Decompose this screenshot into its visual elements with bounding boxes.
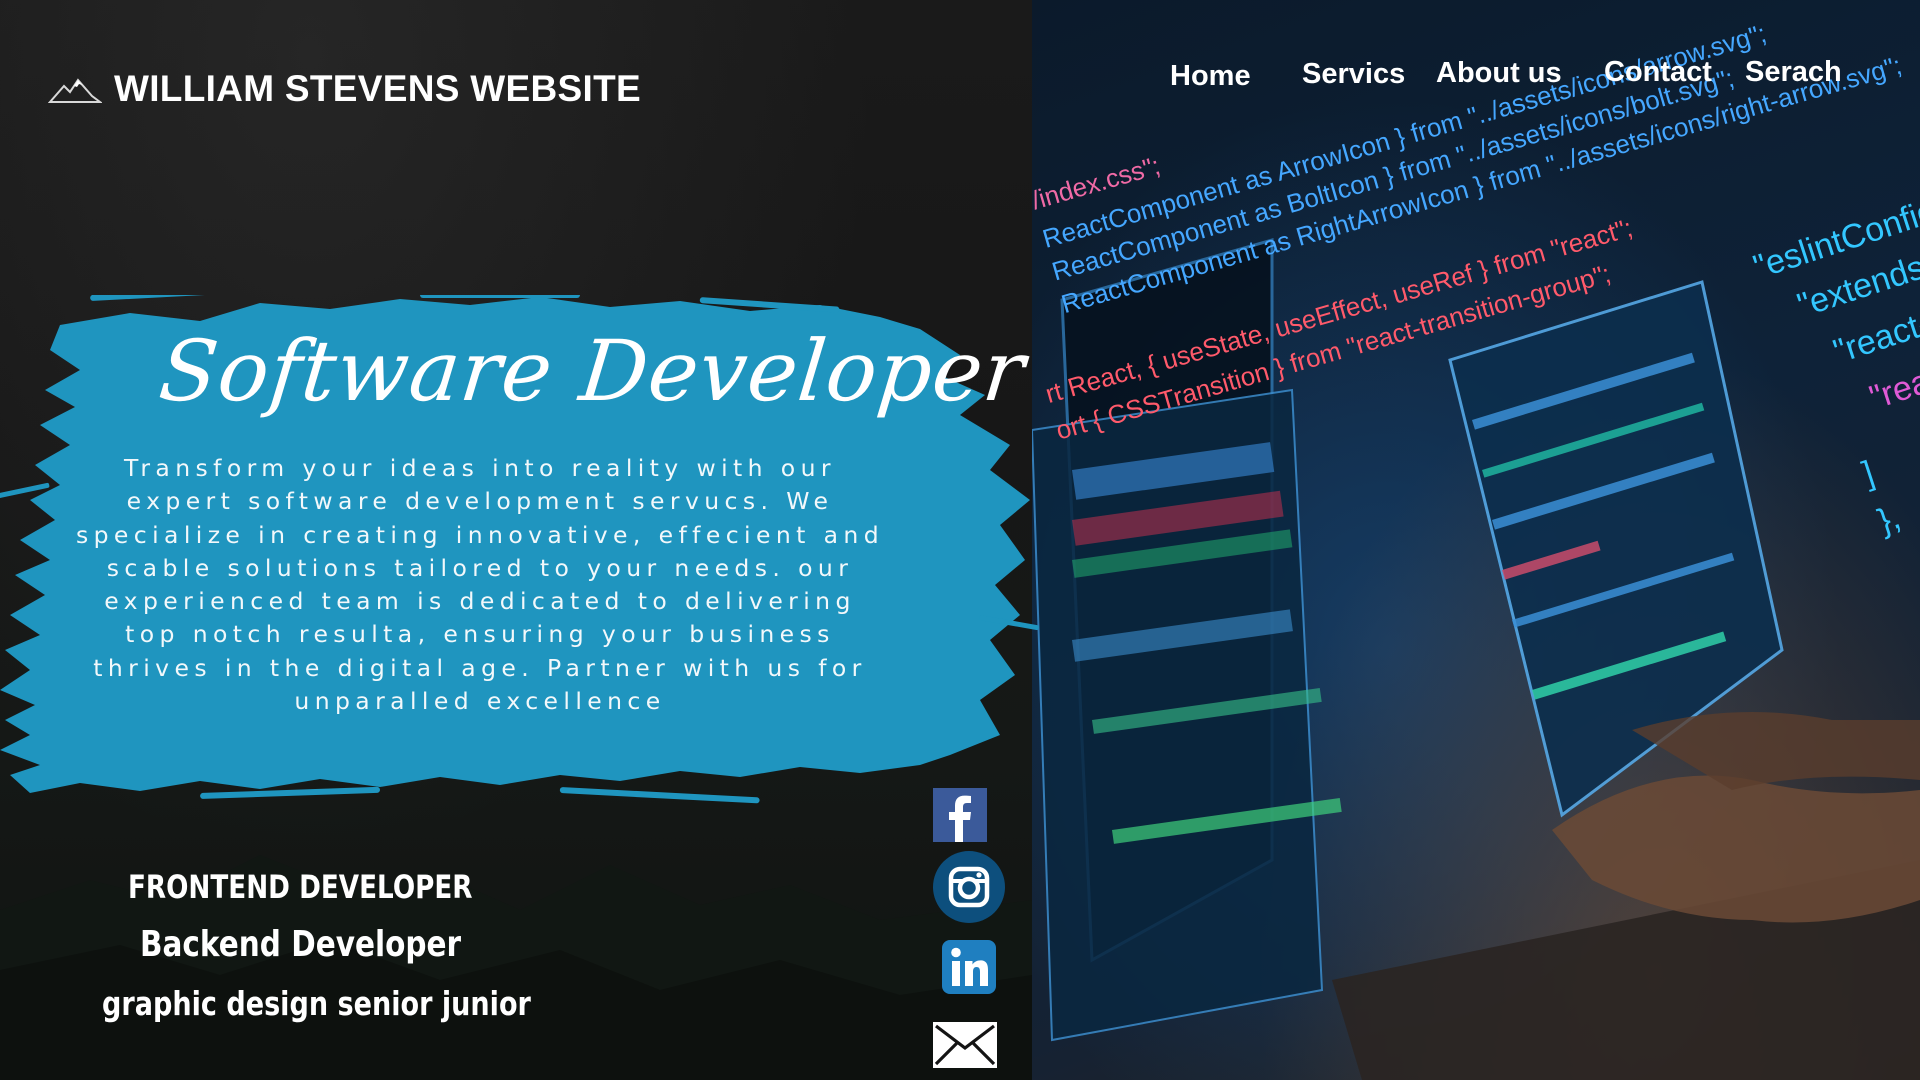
hero-line: unparalled excellence bbox=[294, 687, 666, 716]
site-title: WILLIAM STEVENS WEBSITE bbox=[114, 68, 641, 109]
nav-about[interactable]: About us bbox=[1436, 57, 1562, 90]
hero-line: scable solutions tailored to your needs.… bbox=[106, 553, 854, 582]
nav-search[interactable]: Serach bbox=[1745, 56, 1842, 89]
hero-line: experienced team is dedicated to deliver… bbox=[104, 587, 856, 616]
mountain-logo-icon bbox=[48, 78, 102, 103]
hero-line: Transform your ideas into reality with o… bbox=[124, 454, 836, 482]
hero-line: top notch resulta, ensuring your busines… bbox=[125, 620, 835, 649]
hero-line: thrives in the digital age. Partner with… bbox=[93, 653, 867, 682]
mail-icon[interactable] bbox=[933, 1022, 997, 1072]
laptop-code-photo: /index.css"; ReactComponent as ArrowIcon… bbox=[1032, 18, 1920, 1080]
hero-photo-panel: /index.css"; ReactComponent as ArrowIcon… bbox=[1032, 0, 1920, 1080]
hero-line: specialize in creating innovative, effec… bbox=[75, 520, 885, 549]
config-line: }, bbox=[1873, 498, 1905, 541]
instagram-icon[interactable] bbox=[933, 851, 1005, 927]
role-frontend: FRONTEND DEVELOPER bbox=[128, 868, 473, 906]
hero-description: Transform your ideas into reality with o… bbox=[70, 452, 890, 718]
nav-home[interactable]: Home bbox=[1170, 60, 1251, 93]
nav-services[interactable]: Servics bbox=[1302, 58, 1405, 91]
hero-title: Software Developer bbox=[154, 322, 1030, 420]
linkedin-icon[interactable] bbox=[942, 940, 996, 998]
facebook-icon[interactable] bbox=[933, 788, 987, 846]
role-graphic-design: graphic design senior junior bbox=[102, 984, 531, 1023]
config-line: ] bbox=[1858, 454, 1879, 493]
main-nav: Home Servics About us Contact Serach bbox=[1032, 52, 1920, 102]
hero-line: expert software development servucs. We bbox=[126, 487, 834, 516]
brand[interactable]: WILLIAM STEVENS WEBSITE bbox=[48, 68, 641, 110]
role-backend: Backend Developer bbox=[140, 924, 462, 965]
nav-contact[interactable]: Contact bbox=[1604, 56, 1712, 89]
